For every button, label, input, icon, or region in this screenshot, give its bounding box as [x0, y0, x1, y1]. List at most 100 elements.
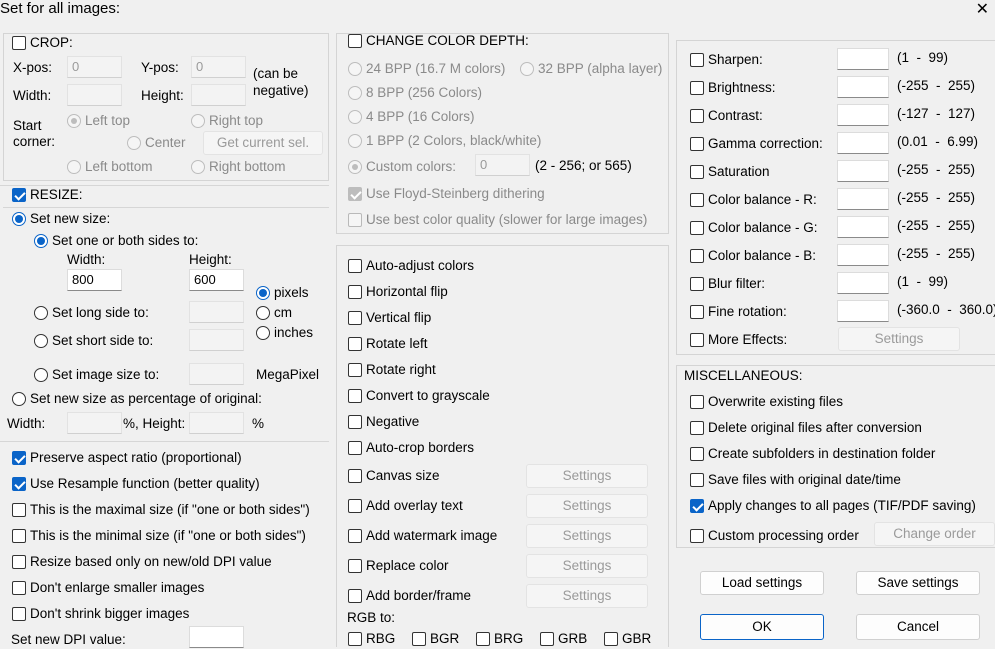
grayscale-checkbox[interactable] [348, 389, 362, 403]
watermark-checkbox[interactable] [348, 529, 362, 543]
floyd-checkbox[interactable] [348, 187, 362, 201]
rotate-left-checkbox[interactable] [348, 337, 362, 351]
bpp4-radio[interactable] [348, 110, 362, 124]
right-top-radio[interactable] [191, 114, 205, 128]
rgb-bgr-checkbox[interactable] [412, 632, 426, 646]
delete-originals-checkbox[interactable] [690, 421, 704, 435]
set-short-side-radio[interactable] [34, 334, 48, 348]
bpp1-radio[interactable] [348, 134, 362, 148]
set-one-or-both-radio[interactable] [34, 234, 48, 248]
get-current-sel-button[interactable]: Get current sel. [203, 131, 323, 155]
canvas-size-checkbox[interactable] [348, 469, 362, 483]
maximal-size-checkbox[interactable] [12, 503, 26, 517]
resize-width-input[interactable]: 800 [67, 269, 122, 291]
custom-order-checkbox[interactable] [690, 529, 704, 543]
rgb-rbg-checkbox[interactable] [348, 632, 362, 646]
resize-checkbox[interactable] [12, 188, 26, 202]
saturation-input[interactable] [837, 160, 889, 182]
apply-all-pages-checkbox[interactable] [690, 499, 704, 513]
pct-height-input[interactable] [189, 412, 244, 434]
blur-checkbox[interactable] [690, 277, 704, 291]
dont-shrink-checkbox[interactable] [12, 607, 26, 621]
bpp24-radio[interactable] [348, 62, 362, 76]
resize-height-input[interactable]: 600 [189, 269, 244, 291]
vertical-flip-checkbox[interactable] [348, 311, 362, 325]
left-top-radio[interactable] [67, 114, 81, 128]
resize-dpi-checkbox[interactable] [12, 555, 26, 569]
inches-radio[interactable] [256, 326, 270, 340]
original-date-checkbox[interactable] [690, 473, 704, 487]
watermark-settings-button[interactable]: Settings [526, 524, 648, 548]
crop-width-input[interactable] [67, 84, 122, 106]
long-side-input[interactable] [189, 301, 244, 323]
image-size-input[interactable] [189, 363, 244, 385]
create-subfolders-checkbox[interactable] [690, 447, 704, 461]
change-order-button[interactable]: Change order [874, 522, 995, 546]
cancel-button[interactable]: Cancel [856, 614, 980, 640]
sharpen-input[interactable] [837, 48, 889, 70]
close-icon[interactable]: ✕ [976, 1, 989, 19]
color-balance-r-input[interactable] [837, 188, 889, 210]
more-effects-settings-button[interactable]: Settings [838, 327, 960, 351]
fine-rotation-checkbox[interactable] [690, 305, 704, 319]
pct-width-input[interactable] [67, 412, 122, 434]
crop-checkbox[interactable] [12, 36, 26, 50]
set-image-size-radio[interactable] [34, 368, 48, 382]
bpp32-radio[interactable] [520, 62, 534, 76]
left-bottom-radio[interactable] [67, 160, 81, 174]
contrast-input[interactable] [837, 104, 889, 126]
rotate-right-checkbox[interactable] [348, 363, 362, 377]
replace-color-checkbox[interactable] [348, 559, 362, 573]
short-side-input[interactable] [189, 329, 244, 351]
gamma-input[interactable] [837, 132, 889, 154]
auto-crop-checkbox[interactable] [348, 441, 362, 455]
set-new-size-radio[interactable] [12, 212, 26, 226]
dpi-input[interactable] [189, 626, 244, 648]
canvas-size-settings-button[interactable]: Settings [526, 464, 648, 488]
color-balance-g-input[interactable] [837, 216, 889, 238]
gamma-checkbox[interactable] [690, 137, 704, 151]
pixels-radio[interactable] [256, 286, 270, 300]
ypos-input[interactable]: 0 [191, 56, 246, 78]
set-long-side-radio[interactable] [34, 306, 48, 320]
preserve-aspect-checkbox[interactable] [12, 451, 26, 465]
overlay-text-settings-button[interactable]: Settings [526, 494, 648, 518]
replace-color-settings-button[interactable]: Settings [526, 554, 648, 578]
horizontal-flip-checkbox[interactable] [348, 285, 362, 299]
save-settings-button[interactable]: Save settings [856, 571, 980, 595]
color-balance-g-checkbox[interactable] [690, 221, 704, 235]
rgb-gbr-checkbox[interactable] [604, 632, 618, 646]
center-radio[interactable] [127, 136, 141, 150]
crop-height-input[interactable] [191, 84, 246, 106]
brightness-input[interactable] [837, 76, 889, 98]
color-depth-checkbox[interactable] [348, 34, 362, 48]
negative-checkbox[interactable] [348, 415, 362, 429]
fine-rotation-input[interactable] [837, 300, 889, 322]
dont-enlarge-checkbox[interactable] [12, 581, 26, 595]
contrast-checkbox[interactable] [690, 109, 704, 123]
overwrite-checkbox[interactable] [690, 395, 704, 409]
color-balance-r-checkbox[interactable] [690, 193, 704, 207]
rgb-brg-checkbox[interactable] [476, 632, 490, 646]
set-percentage-radio[interactable] [12, 392, 26, 406]
more-effects-checkbox[interactable] [690, 333, 704, 347]
minimal-size-checkbox[interactable] [12, 529, 26, 543]
overlay-text-checkbox[interactable] [348, 499, 362, 513]
ok-button[interactable]: OK [700, 614, 824, 640]
saturation-checkbox[interactable] [690, 165, 704, 179]
right-bottom-radio[interactable] [191, 160, 205, 174]
best-quality-checkbox[interactable] [348, 213, 362, 227]
color-balance-b-checkbox[interactable] [690, 249, 704, 263]
auto-adjust-checkbox[interactable] [348, 259, 362, 273]
bpp8-radio[interactable] [348, 86, 362, 100]
custom-colors-input[interactable]: 0 [475, 154, 530, 176]
border-frame-checkbox[interactable] [348, 589, 362, 603]
brightness-checkbox[interactable] [690, 81, 704, 95]
blur-input[interactable] [837, 272, 889, 294]
xpos-input[interactable]: 0 [67, 56, 122, 78]
sharpen-checkbox[interactable] [690, 53, 704, 67]
rgb-grb-checkbox[interactable] [540, 632, 554, 646]
cm-radio[interactable] [256, 306, 270, 320]
border-frame-settings-button[interactable]: Settings [526, 584, 648, 608]
load-settings-button[interactable]: Load settings [700, 571, 824, 595]
